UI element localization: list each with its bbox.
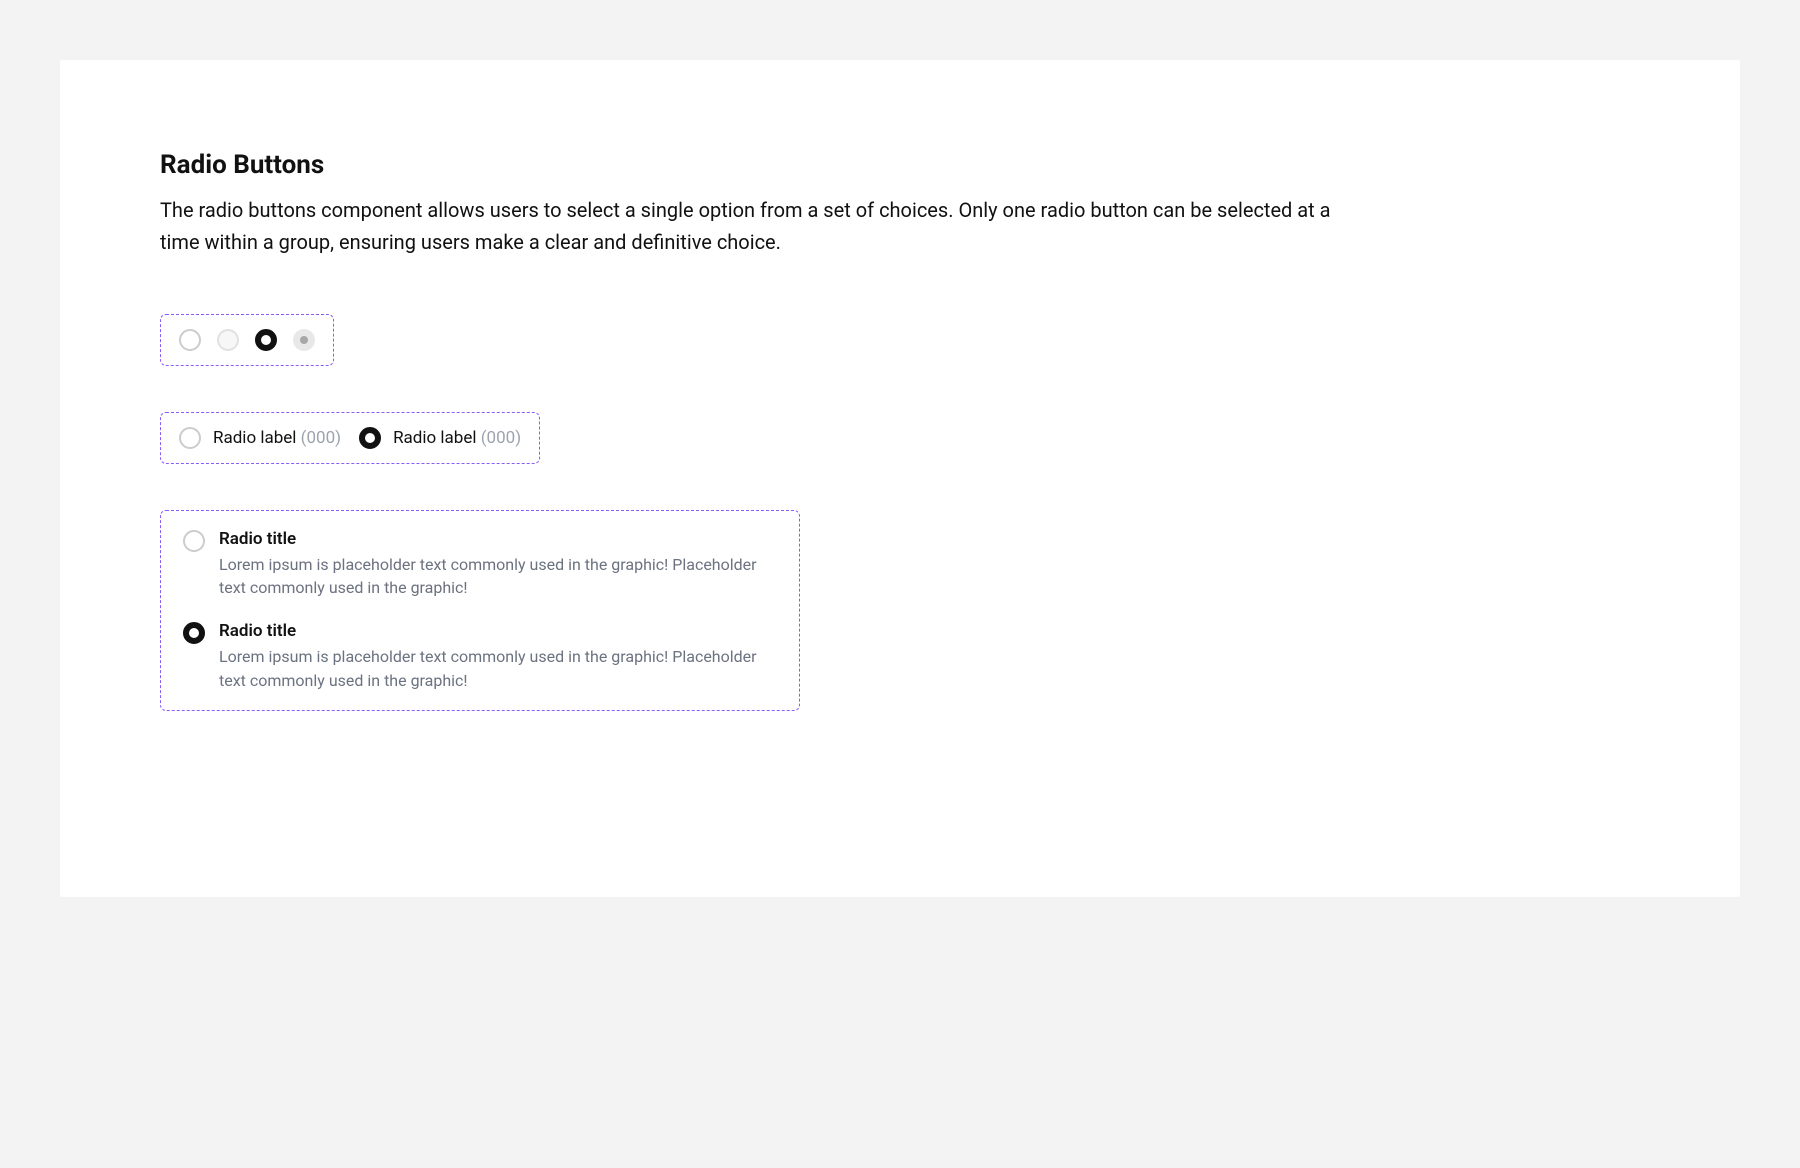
radio-icon: [183, 622, 205, 644]
radio-label-text: Radio label: [213, 428, 296, 448]
radio-title: Radio title: [219, 529, 777, 549]
radio-label: Radio label (000): [393, 428, 521, 448]
radio-title: Radio title: [219, 621, 777, 641]
radio-sublabel: Lorem ipsum is placeholder text commonly…: [219, 645, 777, 691]
radio-label-count: (000): [481, 428, 521, 448]
radio-titled-group: Radio title Lorem ipsum is placeholder t…: [160, 510, 800, 711]
radio-label-text: Radio label: [393, 428, 476, 448]
spec-card: Radio Buttons The radio buttons componen…: [60, 60, 1740, 897]
radio-checked-disabled: [293, 329, 315, 351]
radio-text-block: Radio title Lorem ipsum is placeholder t…: [219, 529, 777, 599]
radio-states-group: [160, 314, 334, 366]
radio-label: Radio label (000): [213, 428, 341, 448]
radio-label-count: (000): [301, 428, 341, 448]
radio-icon: [179, 427, 201, 449]
radio-option-1[interactable]: Radio label (000): [179, 427, 341, 449]
radio-titled-option-2[interactable]: Radio title Lorem ipsum is placeholder t…: [183, 621, 777, 691]
page-title: Radio Buttons: [160, 150, 1640, 180]
radio-titled-option-1[interactable]: Radio title Lorem ipsum is placeholder t…: [183, 529, 777, 599]
radio-unchecked-disabled: [217, 329, 239, 351]
radio-sublabel: Lorem ipsum is placeholder text commonly…: [219, 553, 777, 599]
radio-labeled-group: Radio label (000) Radio label (000): [160, 412, 540, 464]
radio-icon: [359, 427, 381, 449]
page-description: The radio buttons component allows users…: [160, 194, 1360, 258]
radio-option-2[interactable]: Radio label (000): [359, 427, 521, 449]
radio-checked[interactable]: [255, 329, 277, 351]
radio-unchecked[interactable]: [179, 329, 201, 351]
radio-icon: [183, 530, 205, 552]
radio-text-block: Radio title Lorem ipsum is placeholder t…: [219, 621, 777, 691]
